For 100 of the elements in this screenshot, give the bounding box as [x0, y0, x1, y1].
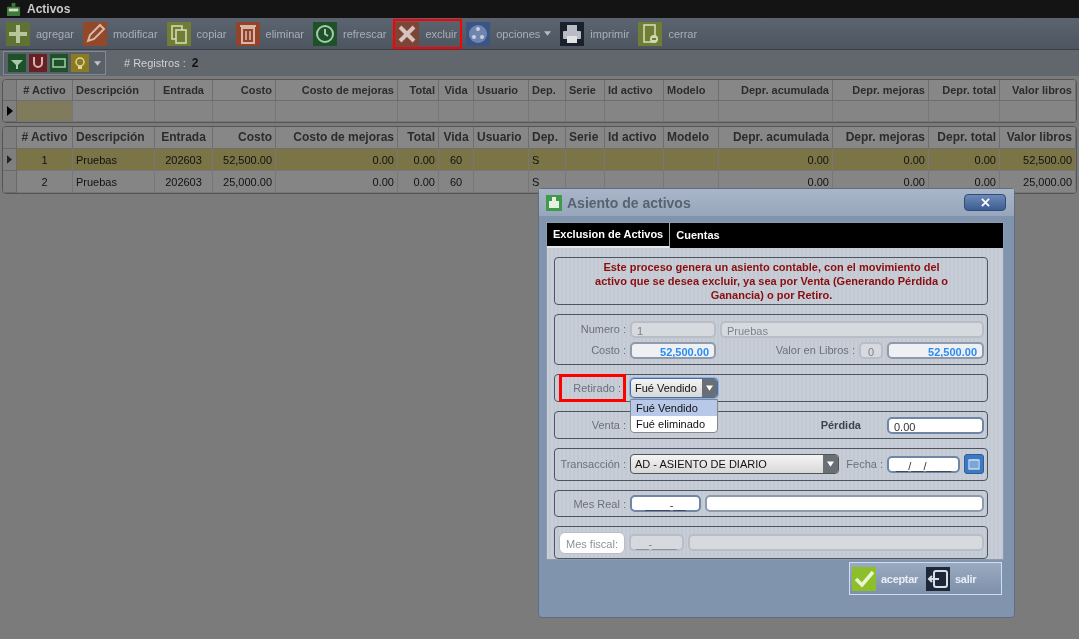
filter-cell[interactable]: [929, 101, 1000, 122]
pencil-icon[interactable]: [82, 21, 107, 46]
toolbar-button[interactable]: refrescar: [311, 18, 392, 49]
column-header[interactable]: Modelo: [664, 127, 719, 149]
column-header[interactable]: Valor libros: [1000, 127, 1076, 149]
filter-cell[interactable]: [474, 101, 529, 122]
dialog-button[interactable]: aceptar: [852, 566, 923, 591]
column-header[interactable]: Costo de mejoras: [276, 80, 398, 101]
close-icon[interactable]: [980, 198, 990, 207]
column-header[interactable]: Usuario: [474, 127, 529, 149]
column-header[interactable]: Serie: [566, 80, 605, 101]
filter-cell[interactable]: [605, 101, 664, 122]
column-header[interactable]: Depr. acumulada: [719, 127, 833, 149]
month-name-field[interactable]: [705, 495, 984, 513]
column-header[interactable]: Descripción: [73, 127, 155, 149]
column-header[interactable]: Serie: [566, 127, 605, 149]
column-header[interactable]: Dep.: [529, 127, 566, 149]
caret-icon[interactable]: [94, 60, 101, 66]
column-header[interactable]: Descripción: [73, 80, 155, 101]
column-header[interactable]: Depr. mejoras: [833, 127, 929, 149]
book-value-field[interactable]: 52,500.00: [887, 341, 984, 359]
toolbar-button[interactable]: modificar: [80, 18, 163, 49]
toolbar-button[interactable]: agregar: [4, 18, 79, 49]
column-header[interactable]: Vida: [439, 127, 474, 149]
toolbar-button[interactable]: copiar: [164, 18, 232, 49]
toolbar-button[interactable]: imprimir: [558, 18, 635, 49]
dots-icon[interactable]: [466, 21, 491, 46]
loss-field[interactable]: 0.00: [887, 416, 984, 434]
toolbar-button[interactable]: opciones: [464, 18, 557, 49]
column-header[interactable]: Usuario: [474, 80, 529, 101]
printer-icon[interactable]: [560, 21, 585, 46]
column-header[interactable]: Id activo: [605, 80, 664, 101]
column-header[interactable]: Costo de mejoras: [276, 127, 398, 149]
filter-cell[interactable]: [398, 101, 439, 122]
retired-dropdown[interactable]: Fué Vendido: [630, 378, 718, 399]
column-header[interactable]: Costo: [213, 127, 276, 149]
fiscal-month-name-field[interactable]: [688, 534, 984, 552]
plus-icon[interactable]: [6, 21, 30, 46]
column-header[interactable]: Depr. total: [929, 127, 1000, 149]
column-header[interactable]: Total: [398, 127, 439, 149]
filter-cell[interactable]: [529, 101, 566, 122]
filter-cell[interactable]: [664, 101, 719, 122]
close-button[interactable]: [964, 194, 1006, 211]
toolbar-button[interactable]: cerrar: [636, 18, 703, 49]
document-icon[interactable]: [638, 21, 663, 46]
filter-cell[interactable]: [439, 101, 474, 122]
clock-icon[interactable]: [313, 21, 338, 46]
month-field[interactable]: ____-__: [630, 495, 701, 513]
toolbar-button[interactable]: excluir: [393, 18, 463, 49]
dropdown-option[interactable]: Fué Vendido: [631, 400, 717, 417]
magnet-icon[interactable]: [29, 54, 47, 72]
dialog-button[interactable]: salir: [926, 566, 981, 591]
column-header[interactable]: Valor libros: [1000, 80, 1076, 101]
filter-cell[interactable]: [17, 101, 73, 122]
filter-cell[interactable]: [73, 101, 155, 122]
filter-cell[interactable]: [276, 101, 398, 122]
filter-cell[interactable]: [566, 101, 605, 122]
column-header[interactable]: Entrada: [155, 80, 213, 101]
row-indicator-icon: [6, 106, 13, 116]
column-header[interactable]: Modelo: [664, 80, 719, 101]
toolbar-button[interactable]: eliminar: [233, 18, 310, 49]
date-field[interactable]: __/__/____: [887, 455, 960, 473]
table-cell: [605, 149, 664, 171]
filter-cell[interactable]: [833, 101, 929, 122]
close-icon[interactable]: [395, 21, 420, 46]
dropdown-option[interactable]: Fué eliminado: [631, 416, 717, 433]
exit-icon[interactable]: [926, 566, 951, 591]
column-header[interactable]: Entrada: [155, 127, 213, 149]
column-header[interactable]: # Activo: [17, 80, 73, 101]
column-header[interactable]: Costo: [213, 80, 276, 101]
column-header[interactable]: Dep.: [529, 80, 566, 101]
filter-cell[interactable]: [719, 101, 833, 122]
table-cell: 0.00: [719, 149, 833, 171]
count-field[interactable]: 0: [859, 341, 883, 359]
check-icon[interactable]: [852, 566, 876, 591]
funnel-icon[interactable]: [8, 54, 26, 72]
column-header[interactable]: Depr. total: [929, 80, 1000, 101]
filter-tools[interactable]: [3, 51, 106, 75]
column-header[interactable]: Vida: [439, 80, 474, 101]
column-header[interactable]: # Activo: [17, 127, 73, 149]
filter-cell[interactable]: [1000, 101, 1076, 122]
caret-icon: [544, 31, 552, 36]
table-cell: 60: [439, 171, 474, 193]
row-header[interactable]: [3, 149, 17, 171]
column-header[interactable]: Depr. mejoras: [833, 80, 929, 101]
bulb-icon[interactable]: [71, 54, 89, 72]
column-header[interactable]: Id activo: [605, 127, 664, 149]
column-header[interactable]: Total: [398, 80, 439, 101]
filter-cell[interactable]: [213, 101, 276, 122]
trash-icon[interactable]: [235, 21, 260, 46]
records-label: # Registros :: [124, 57, 186, 69]
filter-cell[interactable]: [155, 101, 213, 122]
column-header[interactable]: Depr. acumulada: [719, 80, 833, 101]
card-icon[interactable]: [50, 54, 68, 72]
cost-field[interactable]: 52,500.00: [630, 341, 716, 359]
tab[interactable]: Exclusion de Activos: [547, 223, 671, 248]
copy-icon[interactable]: [166, 21, 191, 46]
field-label: Costo :: [590, 344, 626, 357]
row-header[interactable]: [3, 101, 17, 122]
transaction-dropdown[interactable]: AD - ASIENTO DE DIARIO: [630, 454, 839, 475]
